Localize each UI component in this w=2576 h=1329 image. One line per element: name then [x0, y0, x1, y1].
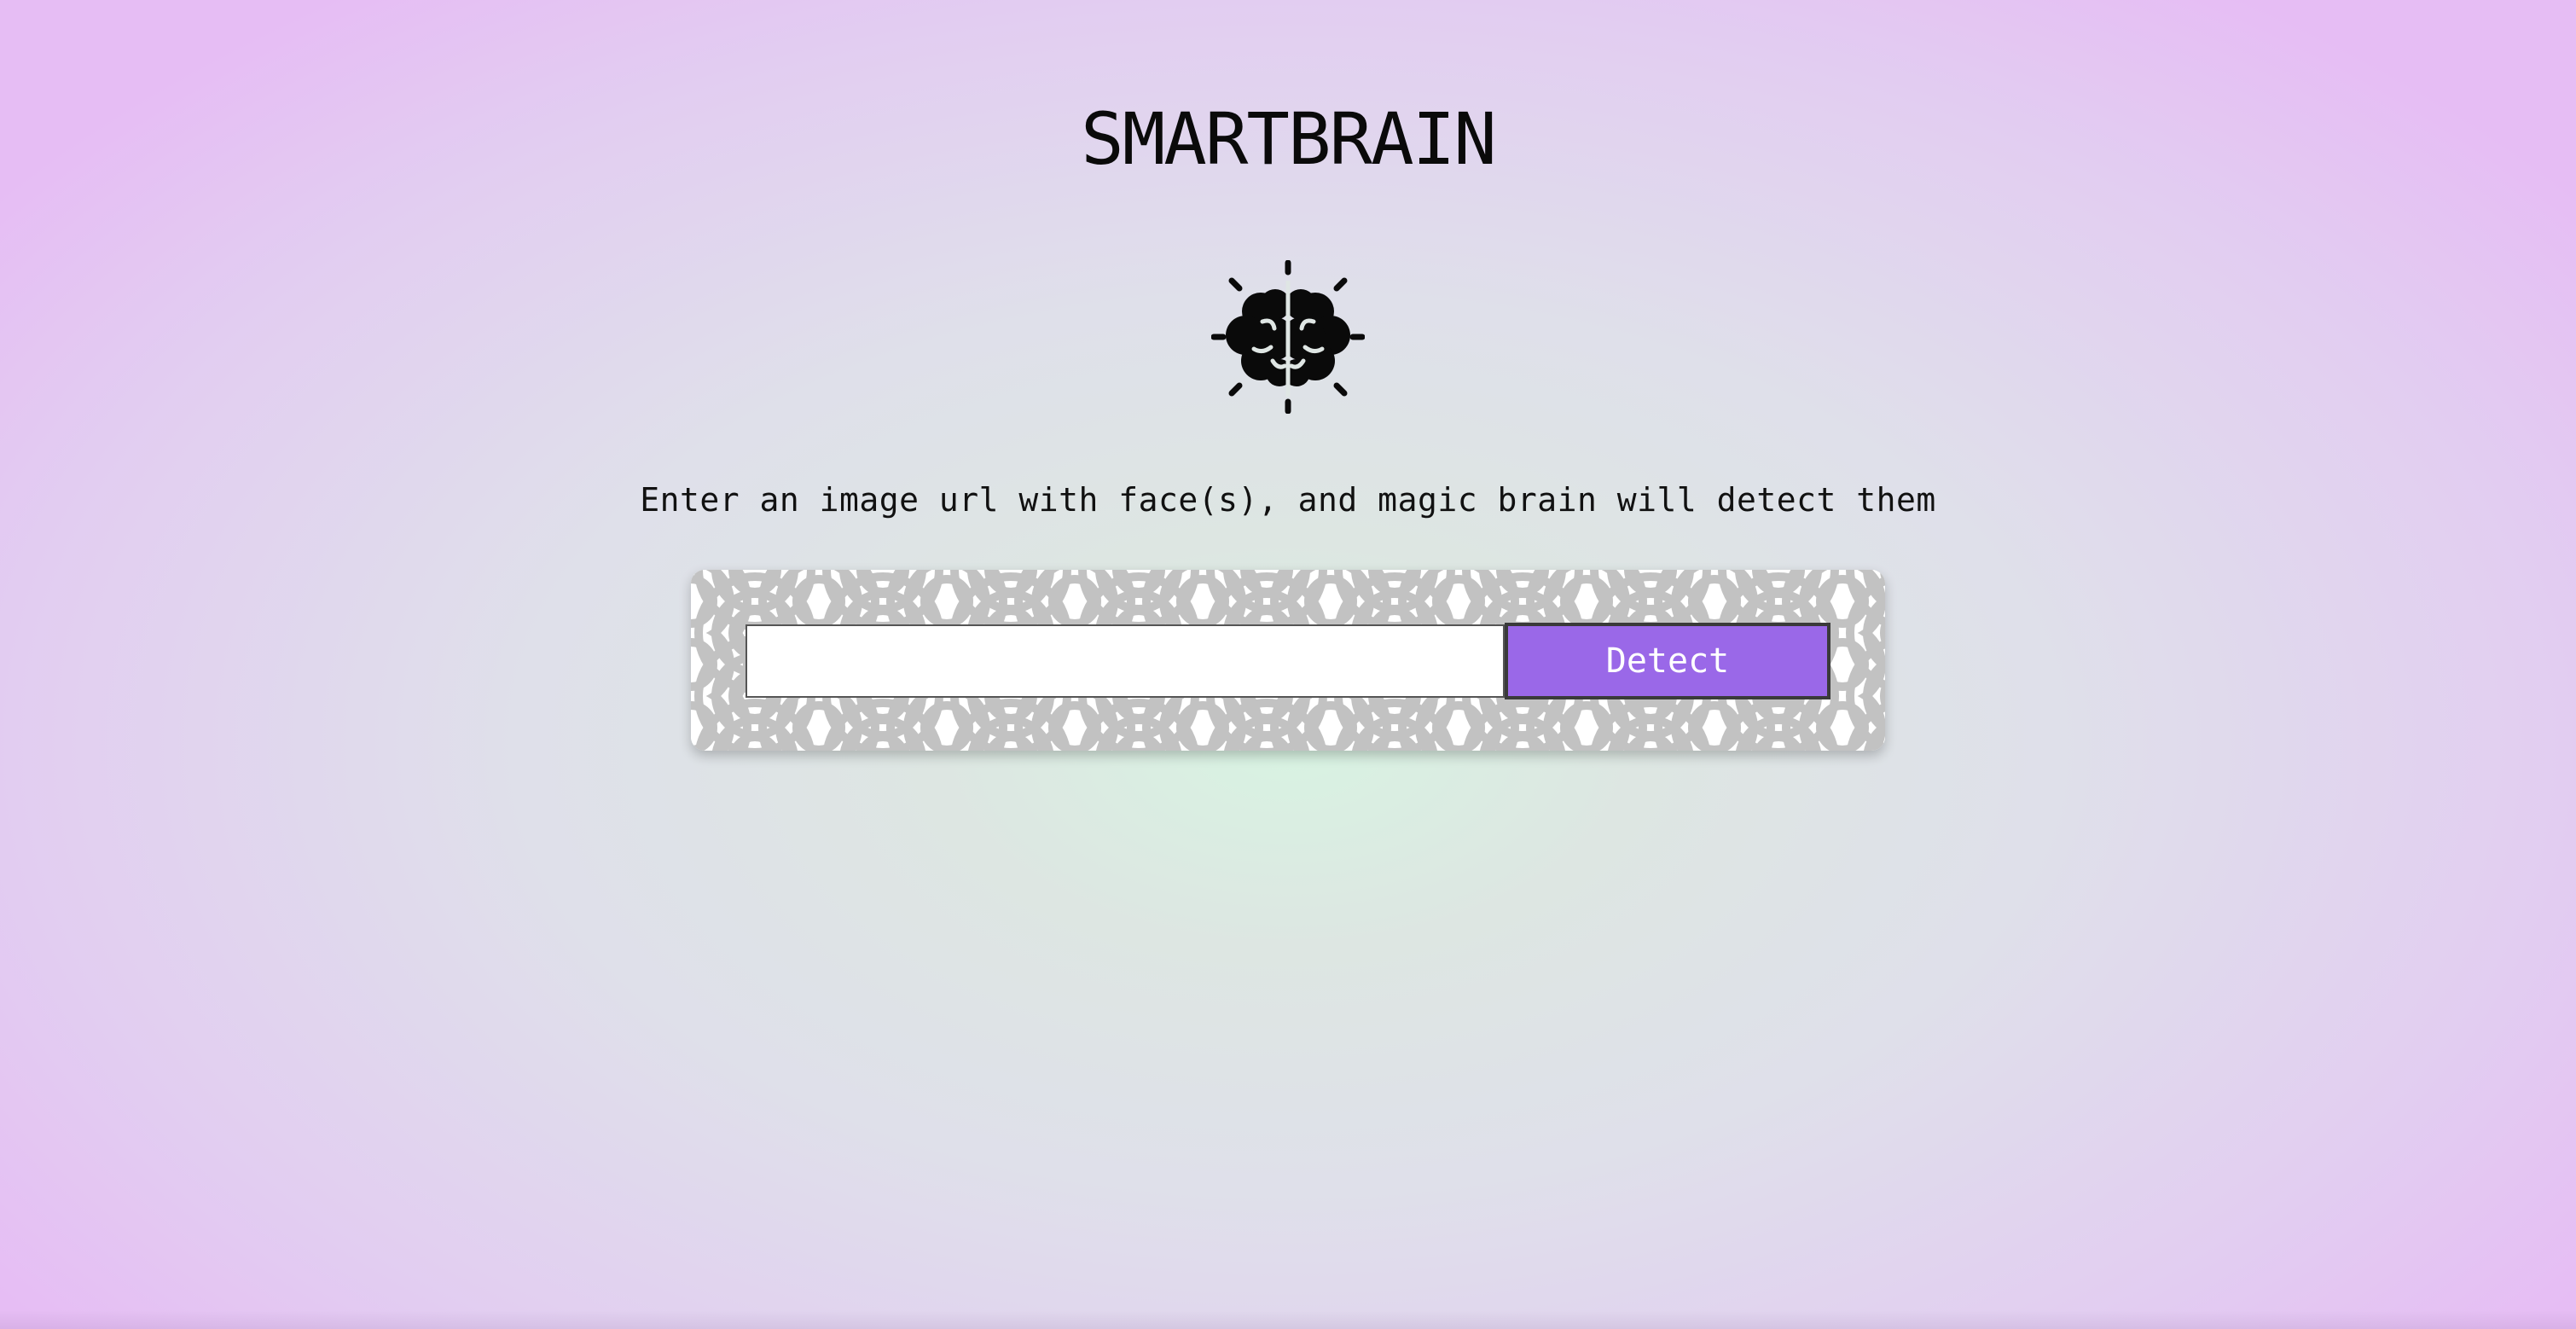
- url-form-card: Detect: [691, 570, 1885, 751]
- brain-icon: [1210, 259, 1366, 415]
- brain-logo: [1210, 259, 1366, 415]
- bottom-edge-shadow: [0, 1310, 2576, 1329]
- instructions-text: Enter an image url with face(s), and mag…: [640, 481, 1936, 519]
- image-url-input[interactable]: [746, 624, 1505, 698]
- page-title: SMARTBRAIN: [1081, 97, 1497, 181]
- detect-button[interactable]: Detect: [1505, 623, 1830, 699]
- app-page: SMARTBRAIN Enter an image url with face(…: [0, 0, 2576, 1329]
